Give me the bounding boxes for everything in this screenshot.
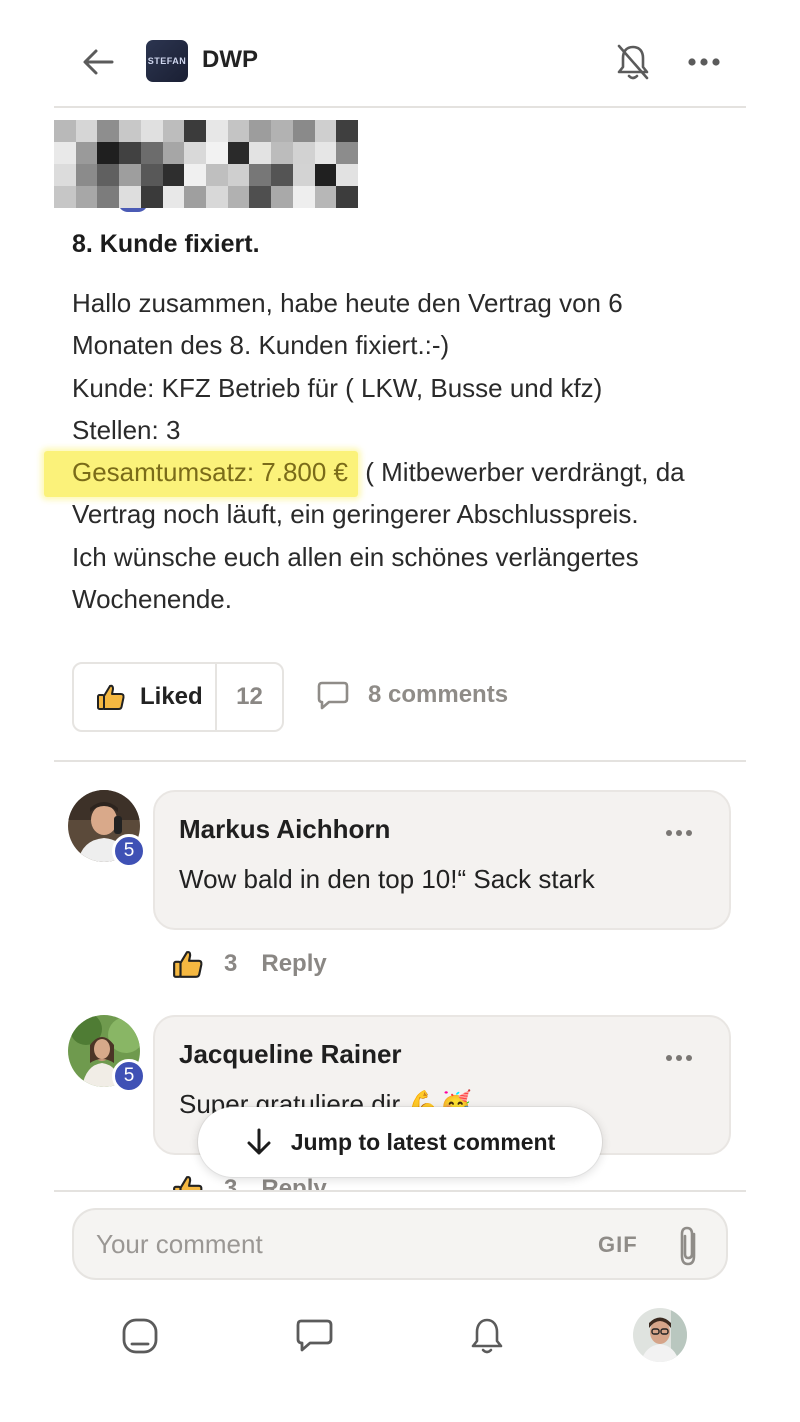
post-body-line: Kunde: KFZ Betrieb für ( LKW, Busse und …: [72, 372, 603, 403]
like-control: Liked 12: [72, 662, 284, 732]
comment-text: Wow bald in den top 10!“ Sack stark: [179, 864, 595, 894]
level-badge: 5: [112, 834, 146, 868]
nav-notifications[interactable]: [465, 1314, 509, 1358]
chat-icon: [296, 1319, 333, 1352]
more-options-button[interactable]: [684, 50, 724, 74]
post-body-line: Ich wünsche euch allen ein schönes verlä…: [72, 541, 639, 572]
comment-like-count: 3: [224, 950, 238, 977]
jump-to-latest-comment-button[interactable]: Jump to latest comment: [198, 1107, 602, 1177]
mute-notifications-button[interactable]: [615, 42, 651, 82]
more-horizontal-icon: [688, 58, 720, 66]
header-divider: [54, 106, 746, 108]
comment-actions: 3 Reply: [172, 948, 327, 980]
post-body-line-rest: ( Mitbewerber verdrängt, da: [358, 457, 685, 488]
like-label: Liked: [140, 683, 203, 710]
arrow-down-icon: [247, 1128, 271, 1155]
comments-count-label: 8 comments: [368, 681, 509, 708]
group-logo-text: STEFAN: [147, 56, 187, 66]
post-body-line: Monaten des 8. Kunden fixiert.:-): [72, 330, 450, 361]
thumbs-up-icon[interactable]: [172, 948, 204, 980]
nav-home[interactable]: [118, 1314, 162, 1358]
post-body-line: Hallo zusammen, habe heute den Vertrag v…: [72, 288, 623, 318]
group-logo[interactable]: STEFAN: [146, 40, 188, 82]
reply-button[interactable]: Reply: [261, 950, 326, 978]
gif-button[interactable]: GIF: [598, 1232, 638, 1258]
highlighted-revenue: Gesamtumsatz: 7.800 €: [44, 451, 359, 498]
pixelated-author-info: [54, 120, 358, 208]
like-button[interactable]: Liked: [74, 664, 217, 730]
comment-bubble: Markus Aichhorn Wow bald in den top 10!“…: [153, 790, 731, 930]
top-bar: STEFAN DWP: [0, 0, 800, 108]
post-body-line: Stellen: 3: [72, 414, 181, 445]
home-icon: [122, 1318, 158, 1354]
level-badge: 5: [112, 1059, 146, 1093]
jump-label: Jump to latest comment: [290, 1128, 556, 1155]
post-body-line: Vertrag noch läuft, ein geringerer Absch…: [72, 499, 639, 530]
comment-more-icon[interactable]: [665, 828, 693, 838]
comment-composer: GIF: [72, 1208, 728, 1280]
bell-icon: [471, 1318, 503, 1354]
back-button[interactable]: [80, 44, 116, 80]
comment-input[interactable]: [96, 1224, 566, 1264]
bell-off-icon: [617, 44, 649, 80]
arrow-left-icon: [83, 49, 114, 75]
bottom-navigation: [0, 1300, 800, 1380]
post-body: Hallo zusammen, habe heute den Vertrag v…: [44, 282, 752, 620]
comment-author[interactable]: Jacqueline Rainer: [179, 1039, 402, 1070]
post-body-line: Gesamtumsatz: 7.800 € ( Mitbewerber verd…: [44, 451, 752, 498]
comments-link[interactable]: 8 comments: [316, 680, 508, 710]
nav-profile-avatar[interactable]: [633, 1308, 687, 1362]
post-title: 8. Kunde fixiert.: [72, 230, 260, 258]
paperclip-icon[interactable]: [674, 1224, 704, 1268]
like-count[interactable]: 12: [217, 664, 282, 730]
composer-divider: [54, 1190, 746, 1192]
comment-author[interactable]: Markus Aichhorn: [179, 814, 390, 845]
thumbs-up-icon: [97, 684, 125, 710]
profile-photo: [633, 1308, 687, 1362]
comment-bubble-icon: [317, 681, 349, 710]
comments-divider: [54, 760, 746, 762]
comment-more-icon[interactable]: [665, 1053, 693, 1063]
post-body-line: Wochenende.: [72, 584, 232, 615]
nav-messages[interactable]: [292, 1314, 336, 1358]
group-title[interactable]: DWP: [202, 46, 258, 74]
